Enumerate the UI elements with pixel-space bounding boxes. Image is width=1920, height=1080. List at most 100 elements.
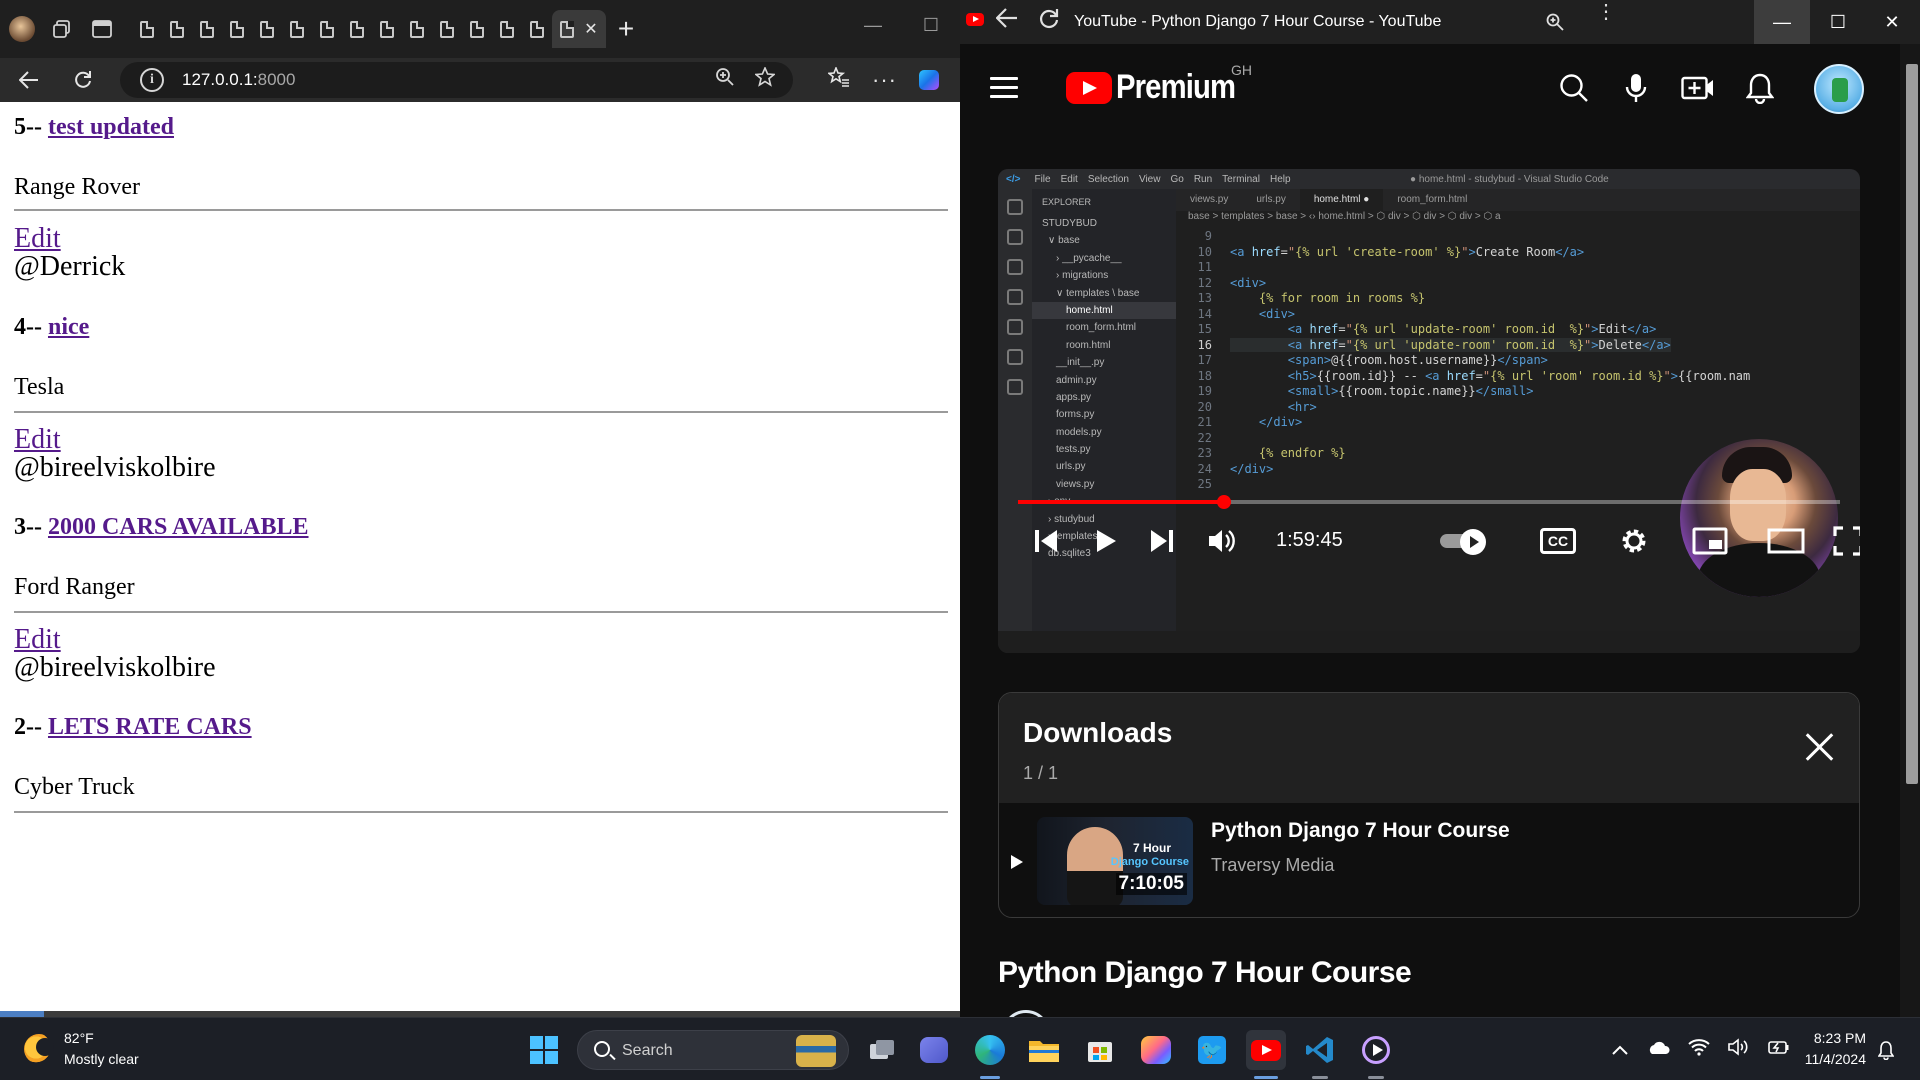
- weather-description[interactable]: Mostly clear: [64, 1051, 139, 1067]
- close-window-icon[interactable]: ✕: [1864, 0, 1920, 44]
- next-icon[interactable]: [1138, 517, 1186, 565]
- twitter-icon[interactable]: 🐦: [1192, 1030, 1232, 1070]
- play-icon[interactable]: [1011, 855, 1023, 869]
- zoom-icon[interactable]: [1546, 11, 1564, 37]
- copilot-icon[interactable]: [1136, 1030, 1176, 1070]
- menu-hamburger-icon[interactable]: [990, 77, 1018, 99]
- play-icon[interactable]: [1082, 517, 1130, 565]
- battery-charging-icon[interactable]: [1768, 1039, 1790, 1060]
- browser-tab[interactable]: [312, 10, 342, 48]
- youtube-logo-icon[interactable]: [1066, 72, 1112, 104]
- microsoft-store-icon[interactable]: [1080, 1030, 1120, 1070]
- clock-date[interactable]: 11/4/2024: [1790, 1051, 1866, 1067]
- notification-bell-icon[interactable]: [1877, 1040, 1895, 1065]
- back-arrow-icon[interactable]: [995, 8, 1018, 34]
- zoom-icon[interactable]: [715, 67, 735, 93]
- back-arrow-icon[interactable]: [6, 58, 52, 102]
- browser-tab[interactable]: [492, 10, 522, 48]
- browser-tab[interactable]: [222, 10, 252, 48]
- minimize-icon[interactable]: —: [844, 0, 902, 50]
- explorer-item: › migrations: [1056, 270, 1109, 282]
- browser-tab[interactable]: [252, 10, 282, 48]
- room-topic: Range Rover: [14, 174, 140, 200]
- maximize-icon[interactable]: ☐: [1810, 0, 1866, 44]
- system-tray: [1612, 1018, 1790, 1080]
- refresh-icon[interactable]: [60, 58, 106, 102]
- autoplay-toggle[interactable]: [1438, 527, 1490, 555]
- minimize-icon[interactable]: —: [1754, 0, 1810, 44]
- fullscreen-icon[interactable]: [1824, 517, 1860, 565]
- more-options-icon[interactable]: ···: [872, 67, 897, 93]
- browser-tab[interactable]: [282, 10, 312, 48]
- room-link[interactable]: LETS RATE CARS: [48, 714, 252, 740]
- more-vertical-icon[interactable]: ⋮: [1596, 2, 1616, 22]
- volume-icon[interactable]: [1728, 1038, 1750, 1061]
- volume-icon[interactable]: [1198, 517, 1246, 565]
- video-thumbnail[interactable]: 7 Hour Django Course 7:10:05: [1037, 817, 1193, 905]
- onedrive-cloud-icon[interactable]: [1646, 1039, 1670, 1060]
- room-link[interactable]: 2000 CARS AVAILABLE: [48, 514, 309, 540]
- vertical-scrollbar[interactable]: [1900, 44, 1920, 1017]
- browser-tab[interactable]: [162, 10, 192, 48]
- channel-avatar[interactable]: [1002, 1010, 1050, 1017]
- search-icon[interactable]: [1552, 66, 1596, 110]
- chevron-up-icon[interactable]: [1612, 1039, 1628, 1060]
- copilot-icon[interactable]: [918, 70, 939, 90]
- close-icon[interactable]: [1803, 731, 1835, 763]
- browser-tab[interactable]: [432, 10, 462, 48]
- line-number: 19: [1197, 384, 1212, 398]
- edge-browser-icon[interactable]: [970, 1030, 1010, 1070]
- browser-tab[interactable]: [132, 10, 162, 48]
- task-view-icon[interactable]: [862, 1030, 902, 1070]
- taskbar-search-box[interactable]: Search: [577, 1030, 849, 1070]
- wifi-icon[interactable]: [1688, 1038, 1710, 1061]
- favorites-icon[interactable]: [826, 65, 850, 93]
- youtube-taskbar-icon[interactable]: [1246, 1030, 1286, 1070]
- new-tab-icon[interactable]: +: [606, 9, 646, 49]
- video-player[interactable]: </> File Edit Selection View Go Run Term…: [998, 169, 1860, 653]
- notifications-bell-icon[interactable]: [1738, 66, 1782, 110]
- previous-icon[interactable]: [1022, 517, 1070, 565]
- account-avatar[interactable]: [1814, 64, 1864, 114]
- weather-temperature[interactable]: 82°F: [64, 1030, 94, 1046]
- close-tab-icon[interactable]: ✕: [584, 19, 597, 39]
- maximize-icon[interactable]: ☐: [902, 0, 960, 50]
- room-link[interactable]: nice: [48, 314, 89, 340]
- media-player-icon[interactable]: [1356, 1030, 1396, 1070]
- browser-tab[interactable]: [372, 10, 402, 48]
- refresh-icon[interactable]: [1038, 8, 1060, 36]
- address-bar[interactable]: i 127.0.0.1:8000: [120, 62, 793, 98]
- download-channel-name[interactable]: Traversy Media: [1211, 855, 1334, 876]
- weather-moon-icon[interactable]: [24, 1034, 54, 1064]
- file-explorer-icon[interactable]: [1024, 1030, 1064, 1070]
- tab-actions-icon[interactable]: [82, 9, 122, 49]
- profile-avatar[interactable]: [2, 9, 42, 49]
- teams-chat-icon[interactable]: [914, 1030, 954, 1070]
- url-text[interactable]: 127.0.0.1:8000: [182, 70, 295, 90]
- create-video-icon[interactable]: [1676, 66, 1720, 110]
- windows-start-icon[interactable]: [524, 1030, 564, 1070]
- room-link[interactable]: test updated: [48, 114, 174, 140]
- site-info-icon[interactable]: i: [140, 68, 164, 92]
- active-browser-tab[interactable]: ✕: [552, 10, 606, 48]
- progress-scrubber[interactable]: [1216, 495, 1231, 509]
- browser-tab[interactable]: [402, 10, 432, 48]
- microphone-icon[interactable]: [1614, 66, 1658, 110]
- browser-tab[interactable]: [522, 10, 552, 48]
- video-progress-bar[interactable]: [1018, 495, 1840, 509]
- youtube-premium-logo[interactable]: Premium: [1116, 68, 1236, 107]
- browser-tab[interactable]: [462, 10, 492, 48]
- browser-tab[interactable]: [342, 10, 372, 48]
- captions-icon[interactable]: CC: [1534, 517, 1582, 565]
- line-number: 13: [1197, 291, 1212, 305]
- downloads-header: Downloads 1 / 1: [999, 693, 1859, 803]
- theater-mode-icon[interactable]: [1762, 517, 1810, 565]
- favorite-star-icon[interactable]: [753, 65, 777, 93]
- download-video-title[interactable]: Python Django 7 Hour Course: [1211, 819, 1510, 843]
- settings-gear-icon[interactable]: [1610, 517, 1658, 565]
- clock-time[interactable]: 8:23 PM: [1796, 1030, 1866, 1046]
- miniplayer-icon[interactable]: [1686, 517, 1734, 565]
- vscode-icon[interactable]: [1300, 1030, 1340, 1070]
- browser-tab[interactable]: [192, 10, 222, 48]
- workspaces-icon[interactable]: [42, 9, 82, 49]
